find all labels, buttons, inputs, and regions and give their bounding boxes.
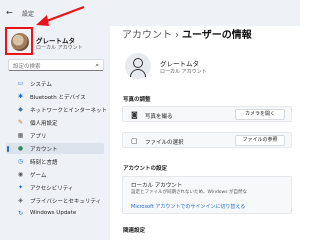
sidebar-item-label: Bluetooth とデバイス [30,95,86,101]
sidebar-item-label: Windows Update [30,210,77,216]
sidebar-item-accessibility[interactable]: ✦ アクセシビリティ [6,182,104,193]
settings-window: ← 設定 グレートムタ ローカル アカウント 設定の検索 ⌕ ▭ システム ✱ Blu… [0,0,300,240]
sidebar-item-label: アクセシビリティ [30,186,74,192]
back-arrow-icon[interactable]: ← [6,8,13,17]
sidebar-item-label: アプリ [30,134,47,140]
main-content: アカウント › ユーザーの情報 グレートムタ ローカル アカウント 写真の調整 ◙ … [110,26,300,240]
camera-icon: ◙ [131,111,138,119]
accessibility-icon: ✦ [17,184,24,191]
choose-file-label: ファイルの選択 [145,140,184,146]
related-settings-title: 関連設定 [123,228,146,234]
personalization-icon: ✎ [17,119,24,126]
sidebar-account-type: ローカル アカウント [36,45,83,51]
gaming-icon: ◉ [17,171,24,178]
photo-section-title: 写真の調整 [123,97,151,103]
sidebar-item-label: 個人用設定 [30,121,58,127]
windows-update-icon: ↻ [17,210,24,217]
main-account-type: ローカル アカウント [160,69,207,75]
sidebar-item-gaming[interactable]: ◉ ゲーム [6,169,104,180]
sidebar-item-apps[interactable]: ▦ アプリ [6,130,104,141]
sidebar-item-accounts[interactable]: ● アカウント [6,143,104,154]
sidebar-item-system[interactable]: ▭ システム [6,78,104,89]
local-account-title: ローカル アカウント [131,183,183,189]
app-title: 設定 [22,11,35,18]
account-section-title: アカウントの設定 [123,166,168,172]
take-photo-label: 写真を撮る [145,114,173,120]
sidebar-item-label: システム [30,82,52,88]
sidebar: グレートムタ ローカル アカウント 設定の検索 ⌕ ▭ システム ✱ Bluetoot… [0,26,110,240]
breadcrumb-separator: › [175,30,179,41]
breadcrumb: アカウント › ユーザーの情報 [122,26,252,41]
bluetooth-icon: ✱ [17,93,24,100]
privacy-icon: ◈ [18,197,23,204]
sidebar-item-label: プライバシーとセキュリティ [30,199,102,205]
file-icon: ▢ [131,137,138,145]
page-title: ユーザーの情報 [182,30,252,41]
sidebar-item-personalization[interactable]: ✎ 個人用設定 [6,117,104,128]
browse-files-button[interactable]: ファイルの参照 [235,135,285,146]
user-avatar-placeholder-icon [125,53,151,79]
breadcrumb-parent[interactable]: アカウント [122,30,172,41]
sidebar-item-windows-update[interactable]: ↻ Windows Update [6,208,104,219]
sidebar-item-label: ゲーム [30,173,47,179]
search-placeholder: 設定の検索 [13,64,41,70]
time-language-icon: ◷ [17,158,24,165]
local-account-description: 設定とファイルが同期されないため、Windows が自然な [131,190,248,195]
search-input[interactable]: 設定の検索 ⌕ [8,59,104,71]
open-camera-button[interactable]: カメラを開く [235,109,285,120]
accounts-icon: ● [17,145,24,152]
apps-icon: ▦ [17,132,24,139]
sidebar-item-label: 時刻と言語 [30,160,58,166]
sidebar-item-bluetooth[interactable]: ✱ Bluetooth とデバイス [6,91,104,102]
sidebar-item-privacy[interactable]: ◈ プライバシーとセキュリティ [6,195,104,206]
sidebar-item-label: アカウント [30,147,58,153]
switch-to-microsoft-account-link[interactable]: Microsoft アカウントでのサインインに切り替える [131,203,245,210]
choose-file-row: ▢ ファイルの選択 ファイルの参照 [122,132,292,148]
main-user-name: グレートムタ [160,60,199,68]
sidebar-item-network[interactable]: ◆ ネットワークとインターネット [6,104,108,115]
highlight-box [5,27,33,55]
network-icon: ◆ [18,106,23,113]
take-photo-row: ◙ 写真を撮る カメラを開く [122,106,292,122]
system-icon: ▭ [17,80,24,87]
account-settings-card: ローカル アカウント 設定とファイルが同期されないため、Windows が自然な… [122,176,292,214]
sidebar-item-label: ネットワークとインターネット [30,108,108,114]
sidebar-item-time-language[interactable]: ◷ 時刻と言語 [6,156,104,167]
active-indicator [7,146,9,152]
annotation-arrow-icon [36,5,85,26]
search-icon[interactable]: ⌕ [95,61,99,70]
